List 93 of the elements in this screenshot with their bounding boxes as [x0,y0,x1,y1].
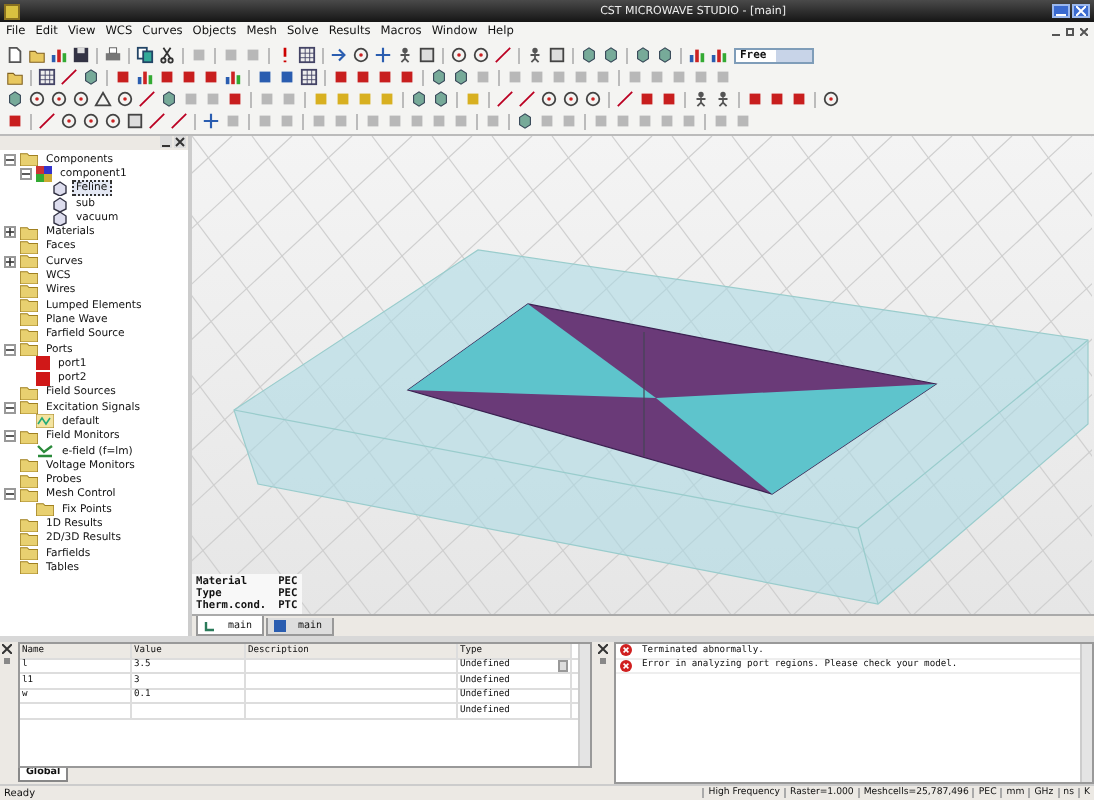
square-icon[interactable] [636,88,658,110]
square-icon[interactable] [224,88,246,110]
square-icon[interactable] [658,88,680,110]
line-icon[interactable] [168,110,190,132]
close-icon[interactable] [1072,4,1090,18]
close-icon[interactable] [174,136,186,148]
circle-icon[interactable] [538,88,560,110]
circle-icon[interactable] [820,88,842,110]
crosshair-icon[interactable] [372,44,394,66]
chart-icon[interactable] [222,66,244,88]
line-icon[interactable] [516,88,538,110]
line-icon[interactable] [36,110,58,132]
grid-icon[interactable] [296,44,318,66]
minimize-icon[interactable] [1052,28,1060,36]
scissors-icon[interactable] [156,44,178,66]
chart-icon[interactable] [134,66,156,88]
minimize-icon[interactable] [160,136,172,148]
restore-icon[interactable] [1066,28,1074,36]
grid-icon[interactable] [36,66,58,88]
collapse-icon[interactable] [4,153,16,166]
cube-icon[interactable] [654,44,676,66]
collapse-icon[interactable] [4,488,16,501]
chart-icon[interactable] [686,44,708,66]
square-icon[interactable] [112,66,134,88]
close-icon[interactable] [1080,28,1088,36]
cube-icon[interactable] [4,88,26,110]
close-icon[interactable] [2,644,12,654]
square-icon[interactable] [200,66,222,88]
cube-icon[interactable] [80,66,102,88]
square-icon[interactable] [352,66,374,88]
circle-icon[interactable] [102,110,124,132]
line-icon[interactable] [146,110,168,132]
line-icon[interactable] [136,88,158,110]
expand-icon[interactable] [4,255,16,268]
minimize-icon[interactable] [1052,4,1070,18]
circle-icon[interactable] [70,88,92,110]
expand-icon[interactable] [4,226,16,239]
chart-icon[interactable] [48,44,70,66]
square-icon[interactable] [788,88,810,110]
monitor-icon [36,444,54,459]
collapse-icon[interactable] [20,167,32,180]
line-icon[interactable] [614,88,636,110]
component-icon [36,165,52,182]
chart-icon[interactable] [708,44,730,66]
cube-icon[interactable] [632,44,654,66]
crosshair-icon[interactable] [200,110,222,132]
square-icon[interactable] [416,44,438,66]
cube-icon[interactable] [450,66,472,88]
close-icon[interactable] [598,644,608,654]
printer-icon[interactable] [102,44,124,66]
square-icon[interactable] [178,66,200,88]
line-icon[interactable] [492,44,514,66]
disk-icon[interactable] [70,44,92,66]
square-icon[interactable] [276,66,298,88]
square-icon[interactable] [396,66,418,88]
square-icon[interactable] [546,44,568,66]
copy-icon[interactable] [134,44,156,66]
collapse-icon[interactable] [4,343,16,355]
square-icon[interactable] [330,66,352,88]
line-icon[interactable] [58,66,80,88]
circle-icon[interactable] [560,88,582,110]
circle-icon[interactable] [26,88,48,110]
page-icon[interactable] [4,44,26,66]
circle-icon[interactable] [48,88,70,110]
square-icon [274,620,286,632]
square-icon[interactable] [124,110,146,132]
cube-icon[interactable] [600,44,622,66]
collapse-icon[interactable] [4,430,16,443]
circle-icon[interactable] [582,88,604,110]
cube-icon[interactable] [578,44,600,66]
arrow-icon[interactable] [328,44,350,66]
square-icon[interactable] [254,66,276,88]
corner-icon [204,619,216,631]
circle-icon[interactable] [448,44,470,66]
circle-icon[interactable] [58,110,80,132]
circle-icon[interactable] [350,44,372,66]
circle-icon[interactable] [114,88,136,110]
grid-icon[interactable] [298,66,320,88]
app-icon [4,3,20,19]
square-icon[interactable] [4,110,26,132]
circle-icon[interactable] [470,44,492,66]
collapse-icon[interactable] [4,401,16,414]
square-icon[interactable] [156,66,178,88]
square-icon[interactable] [744,88,766,110]
signal-icon [36,414,54,429]
square-icon[interactable] [766,88,788,110]
line-icon[interactable] [494,88,516,110]
cube-icon[interactable] [408,88,430,110]
square-icon[interactable] [374,66,396,88]
cube-icon[interactable] [514,110,536,132]
circle-icon[interactable] [80,110,102,132]
triangle-icon[interactable] [92,88,114,110]
cube-icon[interactable] [158,88,180,110]
